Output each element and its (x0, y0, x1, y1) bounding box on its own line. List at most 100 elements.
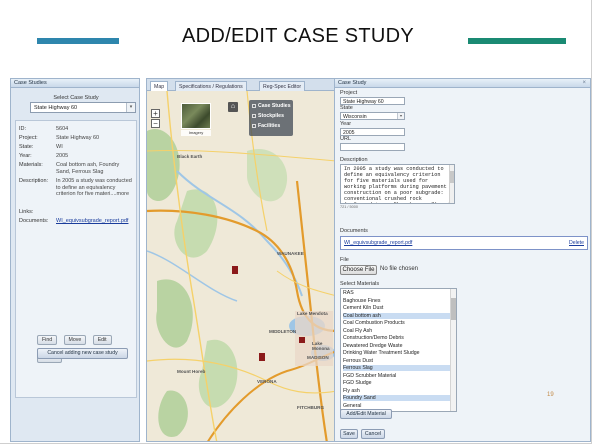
imagery-label: Imagery (181, 130, 211, 136)
material-option[interactable]: Ferrous Dust (343, 358, 451, 364)
layer-stockpiles[interactable]: Stockpiles (252, 113, 284, 119)
detail-id-label: ID: (19, 126, 27, 132)
detail-year-label: Year: (19, 153, 32, 159)
chevron-down-icon[interactable]: ▾ (397, 113, 404, 119)
layer-stockpiles-label: Stockpiles (258, 113, 284, 119)
no-file-chosen-text: No file chosen (380, 266, 419, 272)
edit-button[interactable]: Edit (92, 335, 112, 345)
scrollbar-thumb[interactable] (451, 298, 456, 320)
add-edit-material-button[interactable]: Add/Edit Material (340, 409, 392, 419)
case-study-select-value: State Highway 60 (34, 105, 78, 111)
state-label: State (340, 105, 353, 111)
material-option[interactable]: Coal bottom ash (343, 312, 451, 319)
url-input[interactable] (340, 143, 405, 151)
map-land (147, 91, 335, 441)
layer-case-studies[interactable]: Case Studies (252, 103, 291, 109)
imagery-basemap-thumbnail[interactable] (181, 103, 211, 129)
layer-facilities[interactable]: Facilities (252, 123, 280, 129)
map-place-label: WAUNAKEE (277, 251, 304, 256)
scrollbar-thumb[interactable] (450, 171, 454, 183)
detail-materials-label: Materials: (19, 162, 43, 168)
material-option[interactable]: Drinking Water Treatment Sludge (343, 350, 451, 356)
description-scrollbar[interactable] (449, 165, 454, 203)
material-option[interactable]: FGD Scrubber Material (343, 373, 451, 379)
detail-links-label: Links: (19, 209, 34, 215)
detail-description-label: Description: (19, 178, 49, 184)
home-icon[interactable]: ⌂ (228, 102, 238, 112)
project-label: Project (340, 90, 358, 96)
map-place-label: MADISON (307, 355, 329, 360)
year-label: Year (340, 121, 352, 127)
tab-specifications[interactable]: Specifications / Regulations (175, 81, 247, 91)
material-option[interactable]: FGD Sludge (343, 380, 451, 386)
cancel-button[interactable]: Cancel (361, 429, 385, 439)
choose-file-button[interactable]: Choose File (340, 265, 377, 275)
description-char-count: 721 / 5000 (340, 205, 358, 209)
material-option[interactable]: Dewatered Dredge Waste (343, 343, 451, 349)
map-canvas[interactable] (147, 91, 336, 442)
case-study-form-header: Case Study (335, 79, 590, 88)
layer-toggle-panel: Case Studies Stockpiles Facilities (249, 100, 293, 136)
map-place-label: FITCHBURG (297, 405, 325, 410)
map-place-label: Lake Monona (312, 341, 330, 351)
select-materials-label: Select Materials (340, 281, 380, 287)
cancel-adding-button[interactable]: Cancel adding new case study (37, 348, 128, 359)
page-number: 19 (547, 392, 554, 398)
description-label: Description (340, 157, 368, 163)
description-text: In 2005 a study was conducted to define … (344, 166, 450, 203)
case-study-marker[interactable] (232, 266, 238, 274)
map-place-label: VERONA (257, 379, 277, 384)
detail-id-value: 5604 (56, 126, 69, 132)
detail-document-link[interactable]: WI_equivsubgrade_report.pdf (56, 218, 134, 225)
layer-case-studies-label: Case Studies (258, 103, 291, 109)
detail-description-value: In 2005 a study was conducted to define … (56, 178, 132, 198)
detail-documents-label: Documents: (19, 218, 49, 224)
tab-reg-spec-editor[interactable]: Reg-Spec Editor (259, 81, 306, 91)
documents-list: WI_equivsubgrade_report.pdf Delete (340, 236, 588, 250)
checkbox-icon[interactable] (252, 123, 256, 128)
detail-state-value: WI (56, 144, 63, 150)
chevron-down-icon[interactable]: ▾ (126, 103, 135, 112)
move-button[interactable]: Move (63, 335, 87, 345)
map-tabs: Map Specifications / Regulations Reg-Spe… (147, 79, 335, 91)
slide: ADD/EDIT CASE STUDY Case Studies Select … (0, 0, 592, 444)
map-panel: Map Specifications / Regulations Reg-Spe… (146, 78, 336, 442)
close-icon[interactable]: × (582, 80, 586, 86)
materials-scrollbar[interactable] (450, 289, 456, 411)
state-select[interactable]: Wisconsin ▾ (340, 112, 405, 120)
map-place-label: Mount Horeb (177, 369, 206, 374)
material-option[interactable]: Cement Kiln Dust (343, 305, 451, 311)
select-case-label: Select Case Study (53, 95, 99, 101)
case-study-marker[interactable] (299, 337, 305, 343)
delete-document-link[interactable]: Delete (569, 240, 584, 246)
material-option[interactable]: Coal Combustion Products (343, 320, 451, 326)
checkbox-icon[interactable] (252, 113, 256, 118)
case-study-marker[interactable] (259, 353, 265, 361)
year-input[interactable]: 2005 (340, 128, 405, 136)
map-place-label: Black Earth (177, 154, 203, 159)
case-studies-panel: Case Studies Select Case Study State Hig… (10, 78, 140, 442)
detail-state-label: State: (19, 144, 34, 150)
materials-listbox[interactable]: RAS Baghouse Fines Cement Kiln Dust Coal bo… (340, 288, 457, 412)
material-option[interactable]: General (343, 403, 451, 409)
material-option[interactable]: Ferrous Slag (343, 365, 451, 371)
file-label: File (340, 257, 349, 263)
material-option[interactable]: Coal Fly Ash (343, 328, 451, 334)
description-textarea[interactable]: In 2005 a study was conducted to define … (340, 164, 455, 204)
project-input[interactable]: State Highway 60 (340, 97, 405, 105)
material-option[interactable]: Fly ash (343, 388, 451, 394)
zoom-out-button[interactable]: − (151, 119, 160, 128)
zoom-in-button[interactable]: + (151, 109, 160, 118)
material-option[interactable]: RAS (343, 290, 451, 296)
tab-map[interactable]: Map (150, 81, 169, 91)
material-option[interactable]: Construction/Demo Debris (343, 335, 451, 341)
checkbox-icon[interactable] (252, 103, 256, 108)
case-study-select[interactable]: State Highway 60 ▾ (30, 102, 136, 113)
detail-project-label: Project: (19, 135, 38, 141)
document-link[interactable]: WI_equivsubgrade_report.pdf (344, 240, 412, 246)
save-button[interactable]: Save (340, 429, 358, 439)
find-button[interactable]: Find (37, 335, 58, 345)
material-option[interactable]: Baghouse Fines (343, 298, 451, 304)
case-study-form: Case Study × Project State Highway 60 St… (334, 78, 591, 442)
material-option[interactable]: Foundry Sand (343, 395, 451, 401)
